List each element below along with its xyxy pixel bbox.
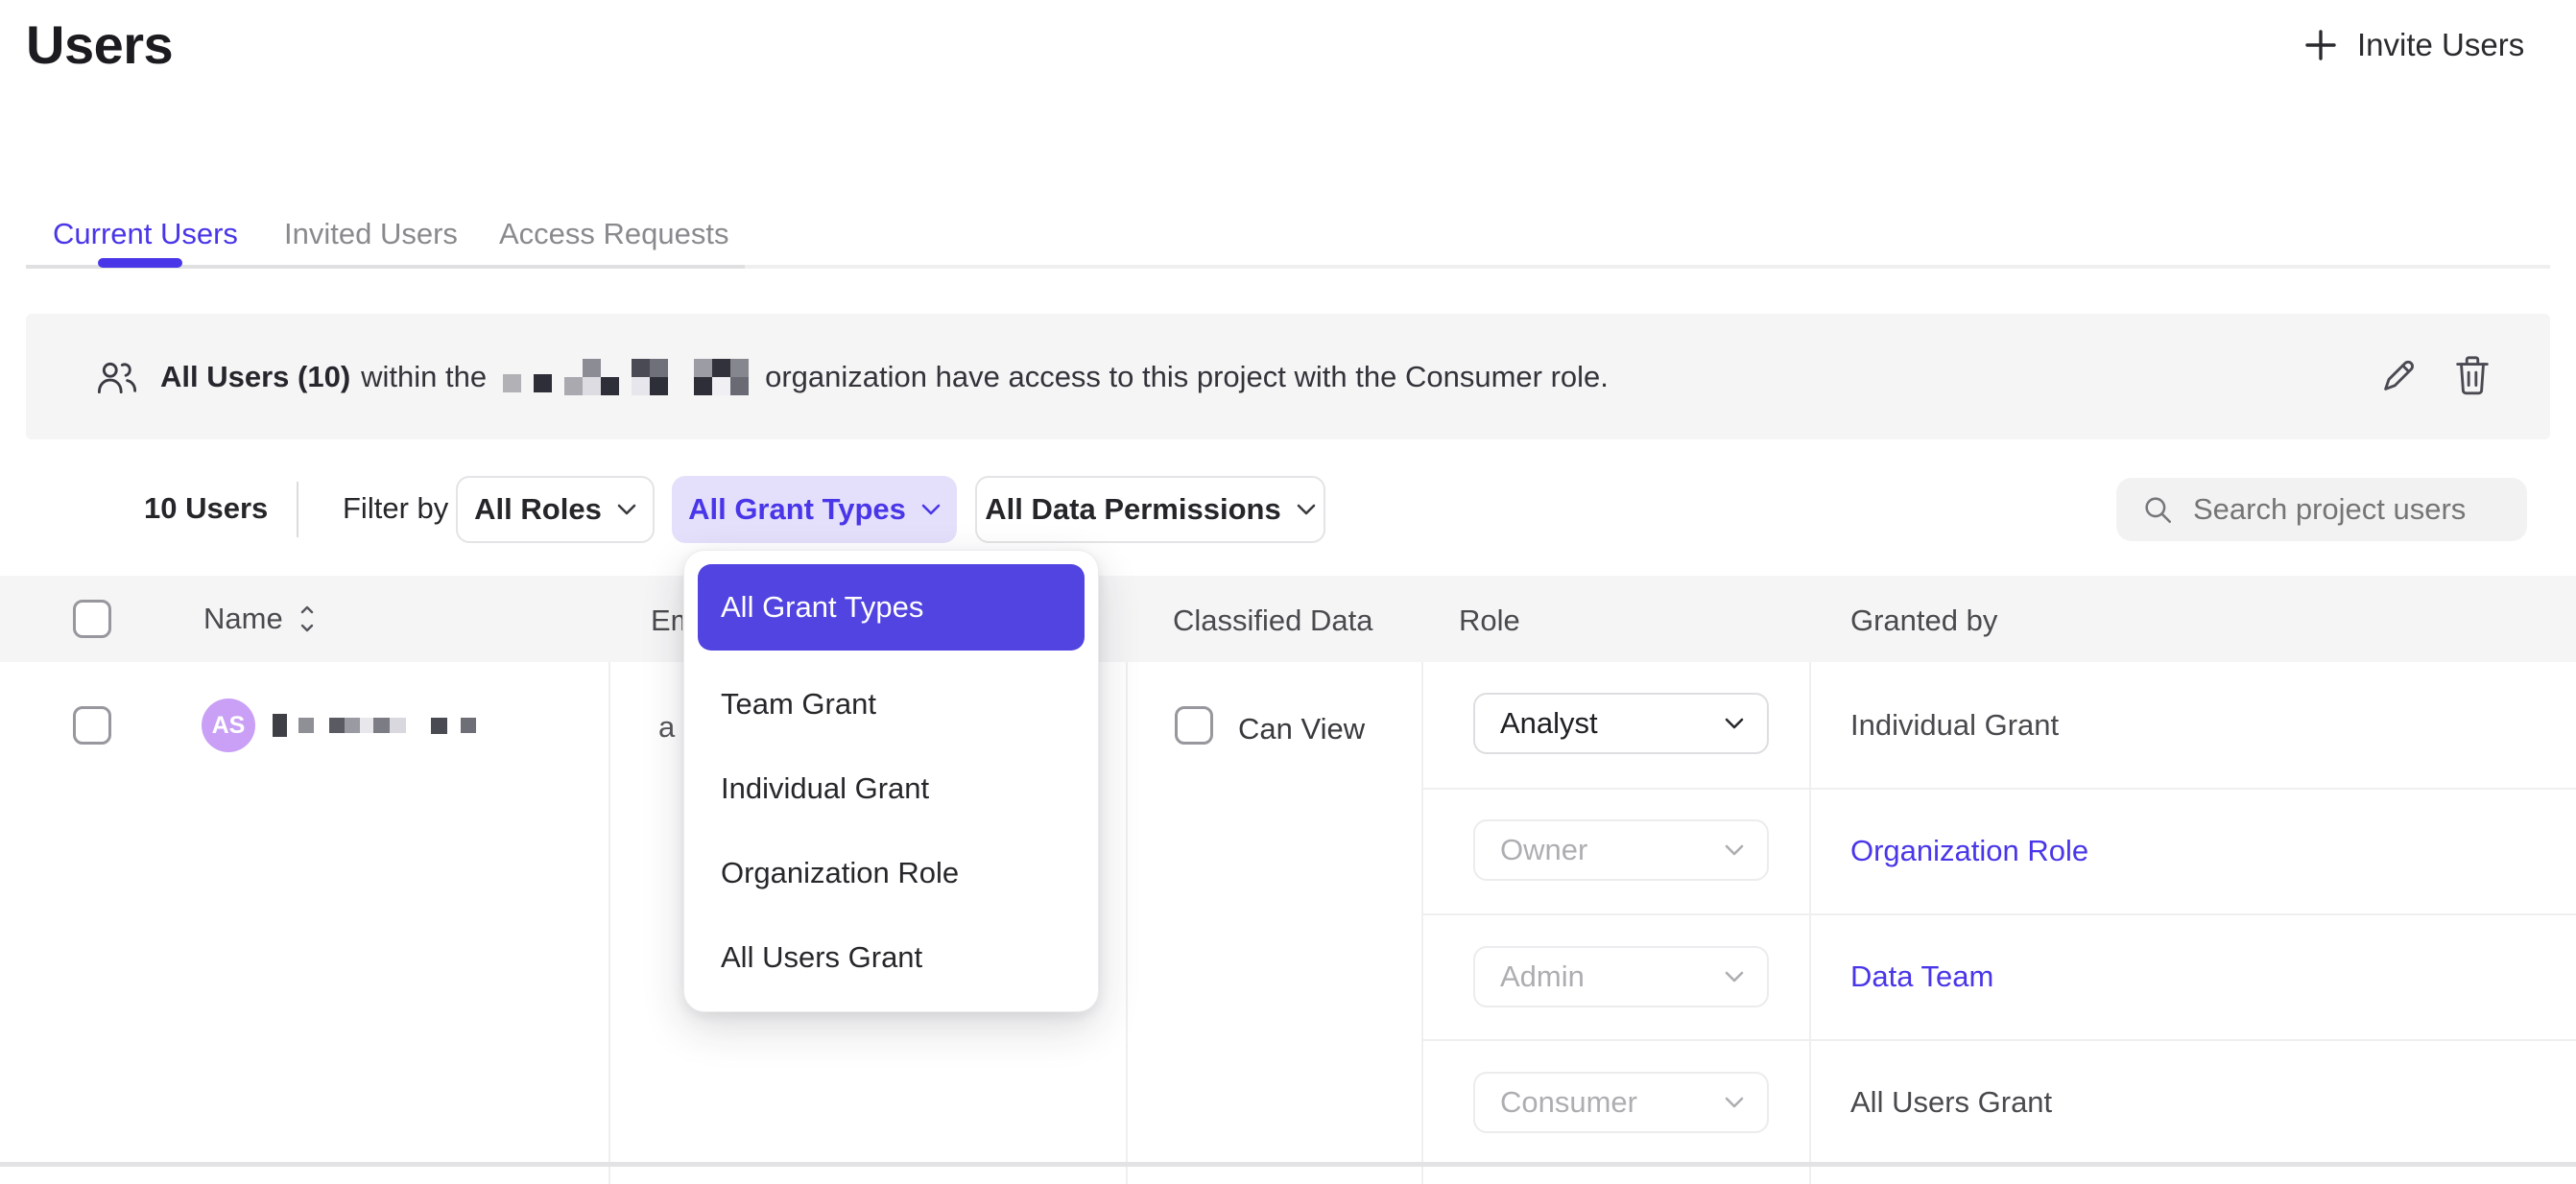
all-roles-label: All Roles [474, 492, 602, 527]
column-divider [1809, 662, 1811, 1184]
role-select-value: Admin [1500, 959, 1585, 994]
users-page: Users Invite Users Current Users Invited… [0, 0, 2576, 1184]
role-select-owner: Owner [1473, 819, 1769, 881]
user-count-label: 10 Users [144, 491, 268, 526]
all-data-permissions-label: All Data Permissions [985, 492, 1280, 527]
row-select-checkbox[interactable] [73, 706, 111, 745]
column-header-granted-by: Granted by [1850, 604, 1997, 638]
search-box[interactable] [2116, 478, 2527, 541]
filter-bar-divider [297, 482, 298, 537]
role-select-consumer: Consumer [1473, 1072, 1769, 1133]
column-divider [608, 662, 610, 1184]
page-title: Users [26, 13, 173, 76]
delete-trash-icon[interactable] [2451, 353, 2493, 397]
role-select-admin: Admin [1473, 946, 1769, 1007]
invite-users-label: Invite Users [2357, 27, 2524, 63]
granted-by-organization-role-link[interactable]: Organization Role [1850, 834, 2088, 868]
all-users-banner: All Users (10) within the [26, 314, 2550, 439]
all-roles-filter-button[interactable]: All Roles [456, 476, 655, 543]
filter-by-label: Filter by [343, 491, 448, 526]
chevron-down-icon [1297, 504, 1316, 515]
avatar: AS [202, 699, 255, 752]
column-divider [1126, 662, 1128, 1184]
chevron-down-icon [1725, 718, 1744, 729]
invite-users-button[interactable]: Invite Users [2303, 27, 2524, 63]
granted-by-all-users-grant: All Users Grant [1850, 1085, 2052, 1120]
role-select-value: Consumer [1500, 1085, 1637, 1120]
grant-subrow-divider [1423, 913, 2576, 915]
banner-text-within: within the [361, 360, 487, 394]
active-tab-indicator [98, 258, 182, 268]
all-data-permissions-filter-button[interactable]: All Data Permissions [975, 476, 1325, 543]
search-icon [2141, 493, 2174, 526]
chevron-down-icon [921, 504, 941, 515]
column-header-classified-data: Classified Data [1173, 604, 1372, 638]
grant-subrow-divider [1423, 788, 2576, 790]
chevron-down-icon [1725, 971, 1744, 983]
select-all-checkbox[interactable] [73, 600, 111, 638]
role-select-analyst[interactable]: Analyst [1473, 693, 1769, 754]
column-divider [1421, 662, 1423, 1184]
role-select-value: Analyst [1500, 706, 1598, 741]
column-header-email: Email [651, 604, 682, 638]
granted-by-individual-grant: Individual Grant [1850, 708, 2059, 743]
search-input[interactable] [2191, 491, 2512, 528]
dropdown-option-team-grant[interactable]: Team Grant [684, 662, 1098, 746]
can-view-label: Can View [1238, 712, 1365, 746]
edit-pencil-icon[interactable] [2376, 354, 2421, 398]
redacted-user-name [273, 710, 476, 741]
chevron-down-icon [1725, 844, 1744, 856]
dropdown-option-all-grant-types[interactable]: All Grant Types [698, 564, 1085, 651]
avatar-initials: AS [212, 712, 246, 740]
column-header-role: Role [1459, 604, 1520, 638]
all-grant-types-filter-button[interactable]: All Grant Types [672, 476, 957, 543]
tab-current-users[interactable]: Current Users [53, 217, 238, 251]
chevron-down-icon [1725, 1097, 1744, 1108]
tab-access-requests[interactable]: Access Requests [499, 217, 729, 251]
all-grant-types-label: All Grant Types [688, 492, 906, 527]
tab-invited-users[interactable]: Invited Users [284, 217, 458, 251]
banner-bold-text: All Users (10) [160, 360, 350, 394]
users-group-icon [95, 359, 139, 395]
banner-text: All Users (10) within the [160, 314, 1609, 439]
banner-text-rest: organization have access to this project… [765, 360, 1609, 394]
column-header-name[interactable]: Name [203, 599, 316, 639]
grant-types-dropdown-menu: All Grant Types Team Grant Individual Gr… [683, 550, 1099, 1012]
grant-subrow-divider [1423, 1039, 2576, 1041]
user-email-fragment: a [658, 710, 683, 745]
granted-by-data-team-link[interactable]: Data Team [1850, 959, 1993, 994]
name-header-label: Name [203, 602, 283, 636]
dropdown-option-all-users-grant[interactable]: All Users Grant [684, 915, 1098, 1000]
row-bottom-border [0, 1162, 2576, 1167]
role-select-value: Owner [1500, 833, 1587, 867]
plus-icon [2303, 28, 2338, 62]
can-view-checkbox[interactable] [1175, 706, 1213, 745]
sort-icon [298, 599, 316, 639]
dropdown-option-individual-grant[interactable]: Individual Grant [684, 746, 1098, 831]
redacted-organization-name [503, 359, 749, 395]
chevron-down-icon [617, 504, 636, 515]
dropdown-option-organization-role[interactable]: Organization Role [684, 831, 1098, 915]
